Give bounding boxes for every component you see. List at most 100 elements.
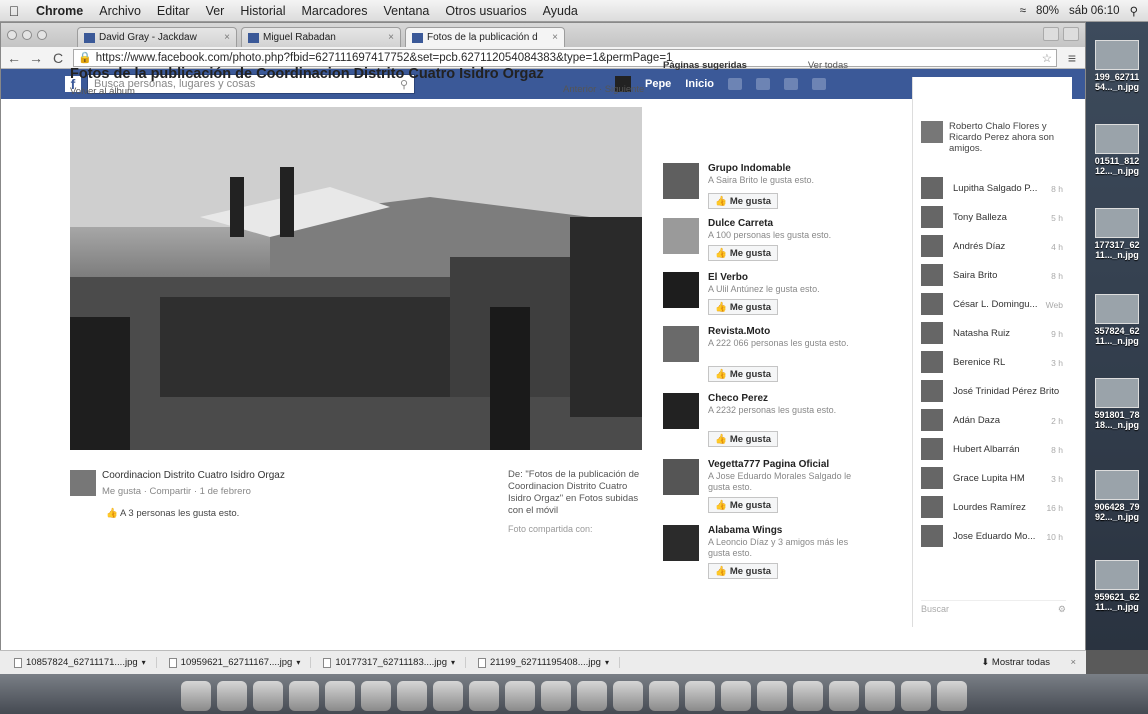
page-thumbnail[interactable] bbox=[663, 525, 699, 561]
post-photo[interactable] bbox=[70, 107, 642, 450]
chevron-down-icon[interactable]: ▾ bbox=[296, 658, 300, 667]
chat-contact[interactable]: Andrés Díaz 4 h bbox=[921, 235, 1071, 259]
page-thumbnail[interactable] bbox=[663, 272, 699, 308]
profile-icon[interactable] bbox=[1043, 27, 1059, 41]
address-bar[interactable]: 🔒 https://www.facebook.com/photo.php?fbi… bbox=[73, 48, 1057, 67]
finder-icon[interactable] bbox=[181, 681, 211, 711]
page-thumbnail[interactable] bbox=[663, 326, 699, 362]
messages-icon[interactable] bbox=[505, 681, 535, 711]
chevron-down-icon[interactable]: ▾ bbox=[451, 658, 455, 667]
chevron-down-icon[interactable]: ▾ bbox=[142, 658, 146, 667]
menu-ventana[interactable]: Ventana bbox=[376, 4, 438, 18]
safari-icon[interactable] bbox=[649, 681, 679, 711]
trash-icon[interactable] bbox=[937, 681, 967, 711]
menu-icon[interactable]: ≡ bbox=[1065, 50, 1079, 66]
menu-historial[interactable]: Historial bbox=[232, 4, 293, 18]
itunes-icon[interactable] bbox=[541, 681, 571, 711]
chat-contact[interactable]: Lourdes Ramírez 16 h bbox=[921, 496, 1071, 520]
close-tab-icon[interactable]: × bbox=[224, 32, 230, 43]
excel-icon[interactable] bbox=[793, 681, 823, 711]
documents-stack-icon[interactable] bbox=[901, 681, 931, 711]
close-tab-icon[interactable]: × bbox=[552, 32, 558, 43]
close-window-button[interactable] bbox=[7, 30, 17, 40]
close-tab-icon[interactable]: × bbox=[388, 32, 394, 43]
desktop-file[interactable]: 177317_62 11..._n.jpg bbox=[1088, 208, 1146, 260]
desktop-file[interactable]: 959621_62 11..._n.jpg bbox=[1088, 560, 1146, 612]
author-name[interactable]: Coordinacion Distrito Cuatro Isidro Orga… bbox=[102, 470, 285, 481]
chat-contact[interactable]: Tony Balleza 5 h bbox=[921, 206, 1071, 230]
chat-contact[interactable]: Grace Lupita HM 3 h bbox=[921, 467, 1071, 491]
like-page-button[interactable]: 👍 Me gusta bbox=[708, 193, 779, 209]
minimize-window-button[interactable] bbox=[22, 30, 32, 40]
desktop-file[interactable]: 01511_812 12..._n.jpg bbox=[1088, 124, 1146, 176]
download-item[interactable]: 21199_62711195408....jpg ▾ bbox=[478, 657, 620, 668]
reload-icon[interactable]: C bbox=[51, 50, 65, 66]
word-icon[interactable] bbox=[757, 681, 787, 711]
bookmark-star-icon[interactable]: ☆ bbox=[1042, 51, 1052, 65]
desktop-file[interactable]: 906428_79 92..._n.jpg bbox=[1088, 470, 1146, 522]
download-item[interactable]: 10177317_62711183....jpg ▾ bbox=[323, 657, 467, 668]
chat-contact[interactable]: Hubert Albarrán 8 h bbox=[921, 438, 1071, 462]
menu-app-chrome[interactable]: Chrome bbox=[28, 4, 91, 18]
show-all-downloads-link[interactable]: ⬇ Mostrar todas bbox=[981, 657, 1050, 668]
previous-link[interactable]: Anterior bbox=[563, 84, 596, 95]
desktop-file[interactable]: 357824_62 11..._n.jpg bbox=[1088, 294, 1146, 346]
page-thumbnail[interactable] bbox=[663, 163, 699, 199]
tab-fotos-publicacion[interactable]: Fotos de la publicación d × bbox=[405, 27, 565, 47]
menu-ayuda[interactable]: Ayuda bbox=[535, 4, 586, 18]
desktop-file[interactable]: 199_62711 54..._n.jpg bbox=[1088, 40, 1146, 92]
home-link[interactable]: Inicio bbox=[685, 78, 714, 90]
next-link[interactable]: Siguiente bbox=[605, 84, 645, 95]
chat-search-input[interactable]: Buscar ⚙ bbox=[921, 600, 1066, 615]
chat-contact[interactable]: Adán Daza 2 h bbox=[921, 409, 1071, 433]
clock[interactable]: sáb 06:10 bbox=[1069, 5, 1120, 17]
menu-archivo[interactable]: Archivo bbox=[91, 4, 149, 18]
post-actions[interactable]: Me gusta · Compartir · 1 de febrero bbox=[102, 486, 251, 497]
facetime-icon[interactable] bbox=[577, 681, 607, 711]
chat-contact[interactable]: Jose Eduardo Mo... 10 h bbox=[921, 525, 1071, 549]
preview-icon[interactable] bbox=[469, 681, 499, 711]
chevron-down-icon[interactable]: ▾ bbox=[605, 658, 609, 667]
desktop-file[interactable]: 591801_78 18..._n.jpg bbox=[1088, 378, 1146, 430]
back-to-album-link[interactable]: Volver al álbum bbox=[70, 86, 135, 97]
download-item[interactable]: 10857824_62711171....jpg ▾ bbox=[14, 657, 157, 668]
app-store-icon[interactable] bbox=[325, 681, 355, 711]
mail-icon[interactable] bbox=[253, 681, 283, 711]
apple-icon[interactable]:  bbox=[0, 3, 28, 19]
chat-contact[interactable]: Berenice RL 3 h bbox=[921, 351, 1071, 375]
launchpad-icon[interactable] bbox=[217, 681, 247, 711]
chat-contact[interactable]: José Trinidad Pérez Brito bbox=[921, 380, 1071, 404]
page-thumbnail[interactable] bbox=[663, 459, 699, 495]
notes-icon[interactable] bbox=[433, 681, 463, 711]
see-all-link[interactable]: Ver todas bbox=[808, 60, 848, 71]
chat-contact[interactable]: Natasha Ruiz 9 h bbox=[921, 322, 1071, 346]
messages-icon[interactable] bbox=[756, 78, 771, 90]
reminders-icon[interactable] bbox=[397, 681, 427, 711]
like-page-button[interactable]: 👍 Me gusta bbox=[708, 563, 779, 579]
wifi-icon[interactable]: ≈ bbox=[1020, 5, 1026, 17]
menu-otros-usuarios[interactable]: Otros usuarios bbox=[437, 4, 534, 18]
chrome-icon[interactable] bbox=[721, 681, 751, 711]
like-page-button[interactable]: 👍 Me gusta bbox=[708, 245, 779, 261]
menu-ver[interactable]: Ver bbox=[198, 4, 233, 18]
chat-contact[interactable]: César L. Domingu... Web bbox=[921, 293, 1071, 317]
like-page-button[interactable]: 👍 Me gusta bbox=[708, 299, 779, 315]
notifications-icon[interactable] bbox=[784, 78, 799, 90]
contacts-icon[interactable] bbox=[289, 681, 319, 711]
like-page-button[interactable]: 👍 Me gusta bbox=[708, 497, 779, 513]
close-downloads-icon[interactable]: × bbox=[1070, 657, 1076, 668]
menu-editar[interactable]: Editar bbox=[149, 4, 198, 18]
battery-level[interactable]: 80% bbox=[1036, 5, 1059, 17]
spotlight-icon[interactable]: ⚲ bbox=[1130, 4, 1138, 18]
downloads-stack-icon[interactable] bbox=[865, 681, 895, 711]
page-thumbnail[interactable] bbox=[663, 218, 699, 254]
photo-booth-icon[interactable] bbox=[613, 681, 643, 711]
tab-david-gray[interactable]: David Gray - Jackdaw × bbox=[77, 27, 237, 47]
tab-miguel-rabadan[interactable]: Miguel Rabadan × bbox=[241, 27, 401, 47]
folder-icon[interactable] bbox=[829, 681, 859, 711]
system-preferences-icon[interactable] bbox=[685, 681, 715, 711]
fullscreen-icon[interactable] bbox=[1063, 27, 1079, 41]
chat-contact[interactable]: Saira Brito 8 h bbox=[921, 264, 1071, 288]
chat-settings-icon[interactable]: ⚙ bbox=[1058, 604, 1066, 615]
settings-icon[interactable] bbox=[812, 78, 827, 90]
